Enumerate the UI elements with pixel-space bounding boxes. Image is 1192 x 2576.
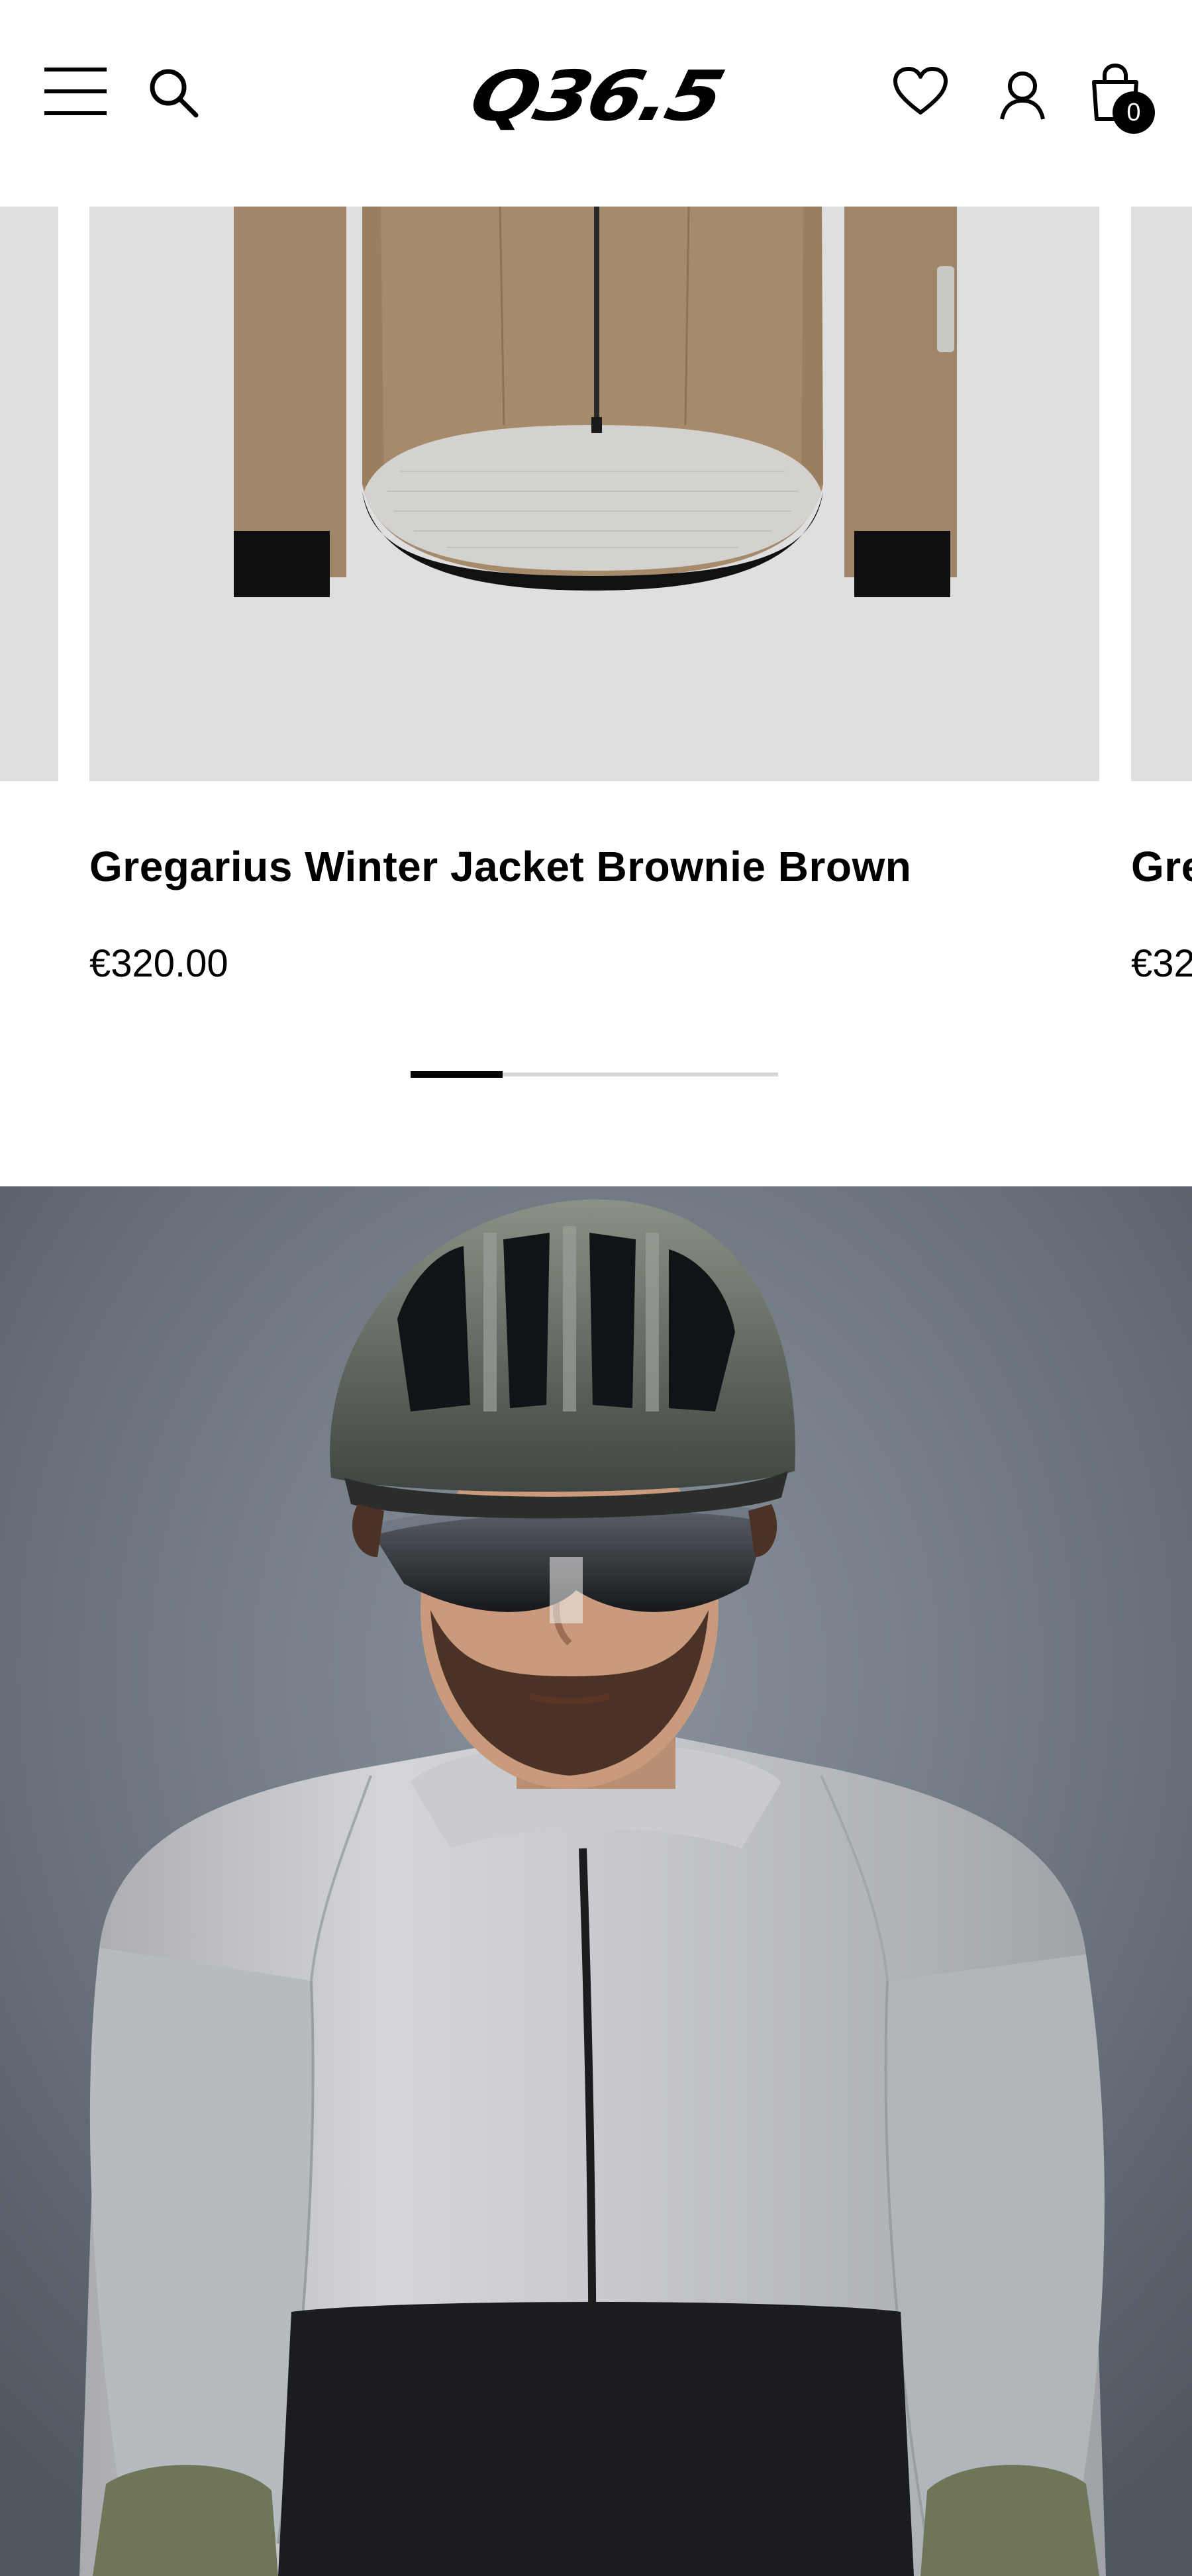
product-image[interactable]: [89, 207, 1099, 781]
next-product-title[interactable]: Gre: [1131, 842, 1192, 891]
brand-logo[interactable]: Q36.5: [411, 56, 781, 136]
cyclist-hero-image: [0, 1186, 1192, 2576]
user-icon: [1000, 72, 1045, 120]
cart-button[interactable]: 0: [1086, 61, 1159, 134]
product-carousel[interactable]: Gregarius Winter Jacket Brownie Brown €3…: [0, 207, 1192, 1186]
next-product-price: €32: [1131, 942, 1192, 985]
menu-button[interactable]: [40, 60, 113, 123]
account-button[interactable]: [991, 64, 1054, 127]
hamburger-icon: [44, 68, 107, 115]
carousel-progress-indicator: [411, 1071, 503, 1078]
next-product-image[interactable]: [1131, 207, 1192, 781]
cart-count-badge: 0: [1113, 91, 1155, 134]
previous-product-image[interactable]: [0, 207, 58, 781]
heart-icon: [893, 67, 948, 115]
brand-logo-text: Q36.5: [462, 56, 730, 136]
search-button[interactable]: [142, 61, 205, 124]
wishlist-button[interactable]: [887, 60, 954, 123]
hero-banner[interactable]: [0, 1186, 1192, 2576]
search-icon: [150, 69, 199, 118]
jacket-image: [234, 207, 957, 597]
product-price: €320.00: [89, 942, 228, 985]
carousel-progress-bar[interactable]: [411, 1071, 778, 1078]
product-title[interactable]: Gregarius Winter Jacket Brownie Brown: [89, 842, 911, 891]
site-header: Q36.5 0: [0, 0, 1192, 207]
